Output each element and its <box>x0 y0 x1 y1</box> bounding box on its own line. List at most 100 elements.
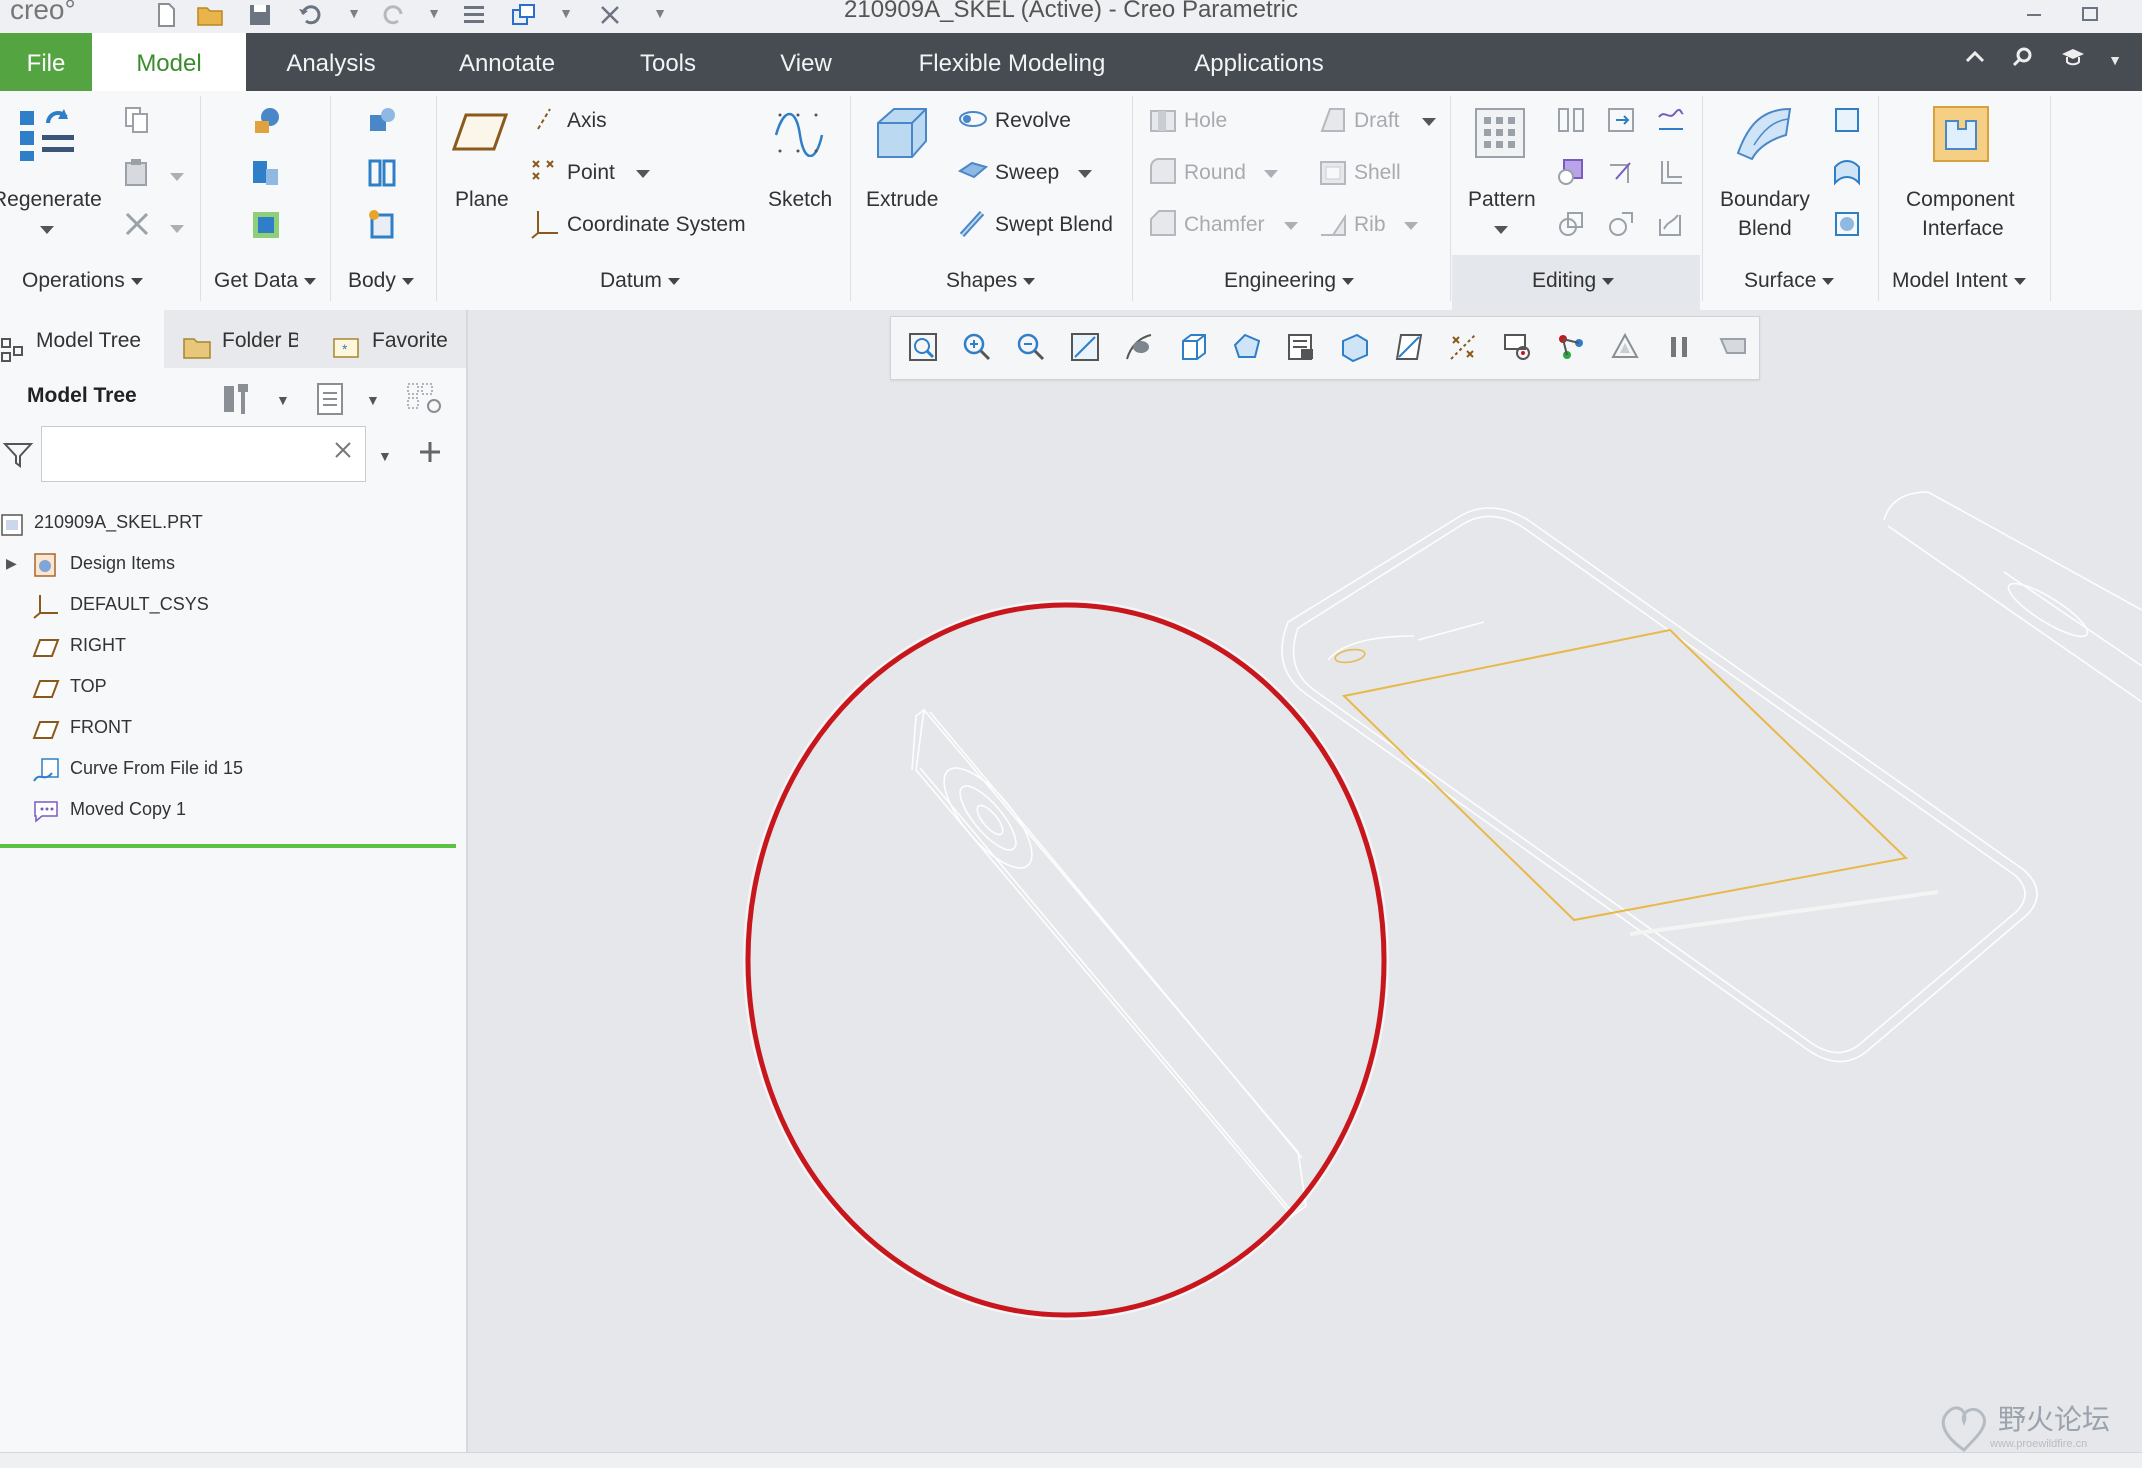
open-folder-icon[interactable] <box>196 2 224 28</box>
paste-icon[interactable] <box>122 157 152 192</box>
insert-here-indicator[interactable] <box>0 844 456 848</box>
sketch-outline[interactable] <box>1341 628 1909 922</box>
draft-icon[interactable] <box>1318 105 1348 140</box>
group-get-data[interactable]: Get Data <box>214 269 317 293</box>
chamfer-icon[interactable] <box>1148 209 1178 244</box>
customize-toolbar-icon[interactable]: ▼ <box>646 2 674 28</box>
thicken-icon[interactable] <box>1656 209 1686 244</box>
show-options-icon[interactable] <box>314 380 346 421</box>
repaint-icon[interactable] <box>1069 331 1101 363</box>
rib-label[interactable]: Rib <box>1354 213 1386 237</box>
revolve-icon[interactable] <box>958 105 988 138</box>
copy-geometry-icon[interactable] <box>250 157 282 194</box>
swept-blend-icon[interactable] <box>958 209 988 244</box>
maximize-icon[interactable] <box>2076 2 2104 28</box>
graphics-window[interactable] <box>468 310 2142 1452</box>
tree-item-design-items[interactable]: ▶ Design Items <box>0 543 466 583</box>
tree-search-input[interactable] <box>41 426 366 482</box>
clear-search-icon[interactable] <box>332 439 354 466</box>
sketch-icon[interactable] <box>772 107 824 162</box>
group-shapes[interactable]: Shapes <box>946 269 1036 293</box>
minimize-ribbon-icon[interactable] <box>1960 45 1990 75</box>
section-icon[interactable] <box>1339 331 1371 363</box>
rib-icon[interactable] <box>1318 209 1348 244</box>
freestyle-icon[interactable] <box>1832 209 1862 244</box>
group-body[interactable]: Body <box>348 269 414 293</box>
pattern-icon[interactable] <box>1474 107 1526 164</box>
coordinate-system-label[interactable]: Coordinate System <box>567 213 746 237</box>
split-body-icon[interactable] <box>366 157 398 194</box>
boundary-blend-icon[interactable] <box>1734 105 1796 166</box>
revolve-label[interactable]: Revolve <box>995 109 1071 133</box>
tree-item-top[interactable]: TOP <box>0 666 466 706</box>
tab-applications[interactable]: Applications <box>1176 33 1342 91</box>
learning-connector-icon[interactable] <box>2058 45 2088 75</box>
hide-icon[interactable] <box>1555 331 1587 363</box>
tree-item-part[interactable]: 210909A_SKEL.PRT <box>0 502 466 542</box>
fill-icon[interactable] <box>1832 105 1862 140</box>
filter-icon[interactable] <box>2 440 34 475</box>
solidify-icon[interactable] <box>1606 209 1636 244</box>
regenerate-quick-icon[interactable] <box>460 2 488 28</box>
chamfer-label[interactable]: Chamfer <box>1184 213 1265 237</box>
windows-dropdown-icon[interactable]: ▼ <box>552 2 580 28</box>
show-dropdown-icon[interactable]: ▼ <box>366 392 380 408</box>
tab-file[interactable]: File <box>0 33 92 91</box>
project-icon[interactable] <box>1656 105 1686 140</box>
zoom-in-icon[interactable] <box>961 331 993 363</box>
round-label[interactable]: Round <box>1184 161 1246 185</box>
hole-label[interactable]: Hole <box>1184 109 1227 133</box>
shell-label[interactable]: Shell <box>1354 161 1401 185</box>
sweep-label[interactable]: Sweep <box>995 161 1059 185</box>
style-icon[interactable] <box>1832 157 1862 192</box>
swept-blend-label[interactable]: Swept Blend <box>995 213 1113 237</box>
copy-icon[interactable] <box>122 105 152 140</box>
coordinate-system-icon[interactable] <box>530 209 560 244</box>
group-surface[interactable]: Surface <box>1744 269 1835 293</box>
search-icon[interactable] <box>2008 45 2038 75</box>
tab-model[interactable]: Model <box>92 33 246 91</box>
refit-icon[interactable] <box>907 331 939 363</box>
undo-icon[interactable] <box>296 2 324 28</box>
group-model-intent[interactable]: Model Intent <box>1892 269 2026 293</box>
trim-icon[interactable] <box>1606 157 1636 192</box>
view-manager-icon[interactable] <box>1231 331 1263 363</box>
redo-dropdown-icon[interactable]: ▼ <box>420 2 448 28</box>
extrude-icon[interactable] <box>872 105 932 166</box>
round-icon[interactable] <box>1148 157 1178 192</box>
datum-display-filters-icon[interactable] <box>1447 331 1479 363</box>
tab-annotate[interactable]: Annotate <box>440 33 574 91</box>
paste-dropdown-icon[interactable] <box>170 173 184 181</box>
intersect-icon[interactable] <box>1556 209 1586 244</box>
shell-icon[interactable] <box>1318 157 1348 192</box>
tab-flexible-modeling[interactable]: Flexible Modeling <box>900 33 1124 91</box>
tab-favorites[interactable]: * Favorites <box>330 310 448 368</box>
simulation-icon[interactable] <box>1609 331 1641 363</box>
undo-dropdown-icon[interactable]: ▼ <box>340 2 368 28</box>
draft-dropdown-icon[interactable] <box>1422 118 1436 126</box>
tree-item-moved-copy[interactable]: Moved Copy 1 <box>0 789 466 829</box>
pattern-dropdown-icon[interactable] <box>1494 226 1508 234</box>
point-icon[interactable] <box>530 157 558 190</box>
hole-icon[interactable] <box>1148 105 1178 140</box>
save-icon[interactable] <box>246 2 274 28</box>
axis-label[interactable]: Axis <box>567 109 607 133</box>
redo-icon[interactable] <box>380 2 408 28</box>
tab-view[interactable]: View <box>762 33 850 91</box>
merge-icon[interactable] <box>1556 157 1586 192</box>
zoom-out-icon[interactable] <box>1015 331 1047 363</box>
saved-orientations-icon[interactable] <box>1177 331 1209 363</box>
tab-model-tree[interactable]: Model Tree <box>0 310 164 368</box>
settings-dropdown-icon[interactable]: ▼ <box>276 392 290 408</box>
group-editing[interactable]: Editing <box>1532 269 1615 293</box>
mirror-icon[interactable] <box>1556 105 1586 140</box>
add-filter-icon[interactable] <box>416 438 444 471</box>
spin-center-icon[interactable] <box>1501 331 1533 363</box>
tab-folder-browser[interactable]: Folder B <box>180 310 298 368</box>
display-style-icon[interactable] <box>1123 331 1155 363</box>
minimize-icon[interactable] <box>2020 2 2048 28</box>
regenerate-icon[interactable] <box>18 105 78 170</box>
flag-icon[interactable] <box>1717 331 1749 363</box>
group-datum[interactable]: Datum <box>600 269 680 293</box>
tree-item-curve-from-file[interactable]: Curve From File id 15 <box>0 748 466 788</box>
